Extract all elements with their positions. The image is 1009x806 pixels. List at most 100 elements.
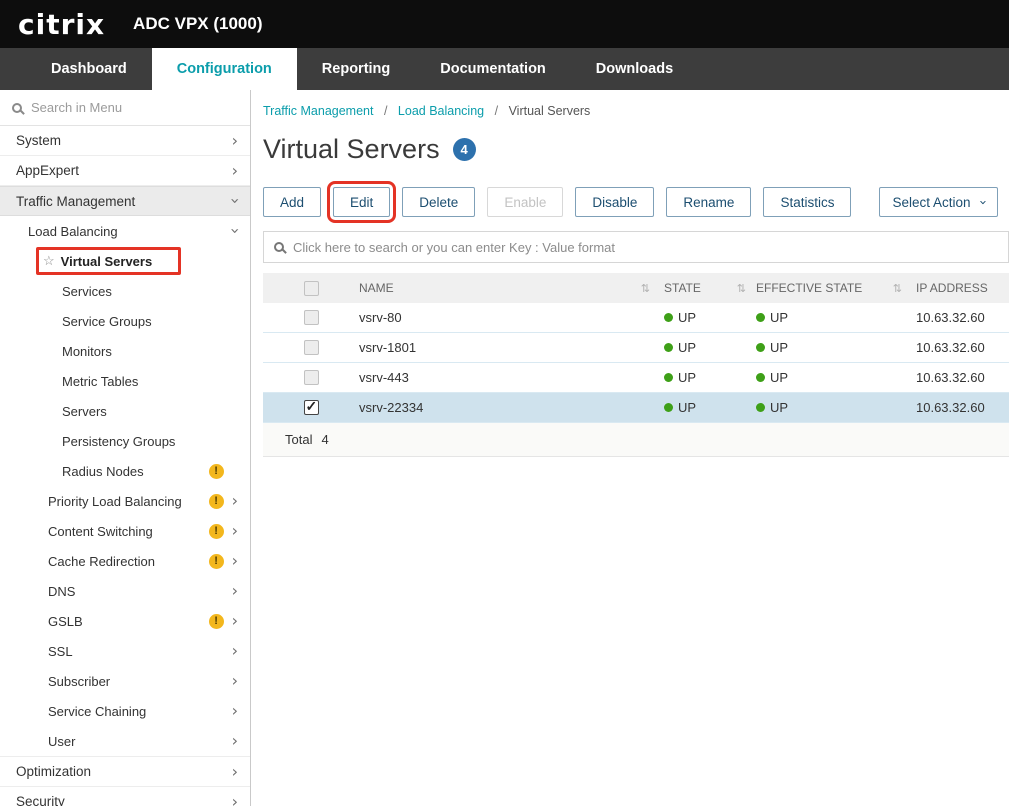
sidebar-item-label: Cache Redirection xyxy=(48,554,155,569)
tab-configuration[interactable]: Configuration xyxy=(152,48,297,90)
sidebar-menu: System › AppExpert › Traffic Management … xyxy=(0,126,250,806)
column-header-name[interactable]: NAME xyxy=(359,281,394,295)
tab-reporting[interactable]: Reporting xyxy=(297,48,415,90)
edit-button[interactable]: Edit xyxy=(333,187,390,217)
sidebar-item-label: DNS xyxy=(48,584,75,599)
sidebar-item-optimization[interactable]: Optimization › xyxy=(0,756,250,786)
tab-dashboard[interactable]: Dashboard xyxy=(26,48,152,90)
cell-state: UP xyxy=(678,370,696,385)
sidebar-item-content-switching[interactable]: Content Switching ! › xyxy=(0,516,250,546)
select-action-dropdown[interactable]: Select Action › xyxy=(879,187,997,217)
sidebar-item-label: Service Chaining xyxy=(48,704,146,719)
tab-downloads[interactable]: Downloads xyxy=(571,48,698,90)
sidebar-item-security[interactable]: Security › xyxy=(0,786,250,806)
select-action-label: Select Action xyxy=(892,195,970,210)
cell-effective-state: UP xyxy=(770,340,788,355)
cell-ip-address: 10.63.32.60 xyxy=(916,370,985,385)
sidebar-item-cache-redirection[interactable]: Cache Redirection ! › xyxy=(0,546,250,576)
sort-icon[interactable]: ⇅ xyxy=(641,282,650,295)
sidebar-item-radius-nodes[interactable]: Radius Nodes ! › xyxy=(0,456,250,486)
cell-state: UP xyxy=(678,340,696,355)
table-row[interactable]: vsrv-443 UP UP 10.63.32.60 xyxy=(263,363,1009,393)
sidebar-item-servers[interactable]: Servers xyxy=(0,396,250,426)
sidebar-item-label: Service Groups xyxy=(62,314,152,329)
chevron-right-icon: › xyxy=(232,553,238,569)
sidebar-item-label: Radius Nodes xyxy=(62,464,144,479)
sidebar-item-user[interactable]: User › xyxy=(0,726,250,756)
sidebar-item-label: SSL xyxy=(48,644,73,659)
sidebar-item-metric-tables[interactable]: Metric Tables xyxy=(0,366,250,396)
breadcrumb-current: Virtual Servers xyxy=(509,104,591,118)
chevron-right-icon: › xyxy=(232,523,238,539)
sidebar-item-persistency-groups[interactable]: Persistency Groups xyxy=(0,426,250,456)
warning-icon: ! xyxy=(209,554,224,569)
row-checkbox[interactable] xyxy=(304,400,319,415)
table-search-input[interactable] xyxy=(293,240,998,255)
sidebar-item-gslb[interactable]: GSLB ! › xyxy=(0,606,250,636)
sidebar-item-system[interactable]: System › xyxy=(0,126,250,156)
table-row-selected[interactable]: vsrv-22334 UP UP 10.63.32.60 xyxy=(263,393,1009,423)
sidebar-item-label: Metric Tables xyxy=(62,374,138,389)
row-checkbox[interactable] xyxy=(304,310,319,325)
cell-ip-address: 10.63.32.60 xyxy=(916,400,985,415)
row-checkbox[interactable] xyxy=(304,340,319,355)
sort-icon[interactable]: ⇅ xyxy=(893,282,902,295)
cell-effective-state: UP xyxy=(770,400,788,415)
toolbar: Add Edit Delete Enable Disable Rename St… xyxy=(263,187,1009,217)
status-up-dot xyxy=(756,313,765,322)
chevron-down-icon: › xyxy=(976,199,989,204)
sort-icon[interactable]: ⇅ xyxy=(737,282,746,295)
sidebar-item-priority-load-balancing[interactable]: Priority Load Balancing ! › xyxy=(0,486,250,516)
sidebar-item-monitors[interactable]: Monitors xyxy=(0,336,250,366)
status-up-dot xyxy=(664,403,673,412)
status-up-dot xyxy=(664,373,673,382)
breadcrumb-link-traffic-management[interactable]: Traffic Management xyxy=(263,104,373,118)
total-value: 4 xyxy=(321,432,328,447)
app-header: citrix ADC VPX (1000) xyxy=(0,0,1009,48)
disable-button[interactable]: Disable xyxy=(575,187,654,217)
table-row[interactable]: vsrv-1801 UP UP 10.63.32.60 xyxy=(263,333,1009,363)
row-checkbox[interactable] xyxy=(304,370,319,385)
sidebar-item-virtual-servers[interactable]: ☆ Virtual Servers xyxy=(0,246,250,276)
sidebar-item-dns[interactable]: DNS › xyxy=(0,576,250,606)
page-title: Virtual Servers xyxy=(263,134,440,165)
sidebar-item-label: Optimization xyxy=(16,764,91,779)
cell-state: UP xyxy=(678,310,696,325)
sidebar-search xyxy=(0,90,250,126)
star-icon: ☆ xyxy=(43,253,55,269)
sidebar-item-traffic-management[interactable]: Traffic Management › xyxy=(0,186,250,216)
virtual-servers-table: NAME ⇅ STATE ⇅ EFFECTIVE STATE ⇅ IP ADDR… xyxy=(263,273,1009,457)
sidebar-item-label: Services xyxy=(62,284,112,299)
sidebar-item-label: AppExpert xyxy=(16,163,79,178)
sidebar-item-load-balancing[interactable]: Load Balancing › xyxy=(0,216,250,246)
sidebar-item-service-chaining[interactable]: Service Chaining › xyxy=(0,696,250,726)
cell-effective-state: UP xyxy=(770,310,788,325)
column-header-ip-address[interactable]: IP ADDRESS xyxy=(916,281,988,295)
cell-name: vsrv-80 xyxy=(359,310,402,325)
cell-ip-address: 10.63.32.60 xyxy=(916,310,985,325)
sidebar-search-input[interactable] xyxy=(31,100,238,115)
table-row[interactable]: vsrv-80 UP UP 10.63.32.60 xyxy=(263,303,1009,333)
sidebar-item-label: System xyxy=(16,133,61,148)
tab-documentation[interactable]: Documentation xyxy=(415,48,571,90)
main-content: Traffic Management / Load Balancing / Vi… xyxy=(251,90,1009,806)
sidebar-item-subscriber[interactable]: Subscriber › xyxy=(0,666,250,696)
statistics-button[interactable]: Statistics xyxy=(763,187,851,217)
enable-button: Enable xyxy=(487,187,563,217)
column-header-effective-state[interactable]: EFFECTIVE STATE xyxy=(756,281,862,295)
warning-icon: ! xyxy=(209,494,224,509)
delete-button[interactable]: Delete xyxy=(402,187,475,217)
annotation-box: ☆ Virtual Servers xyxy=(36,247,181,275)
sidebar-item-services[interactable]: Services xyxy=(0,276,250,306)
chevron-down-icon: › xyxy=(227,198,243,204)
sidebar-item-appexpert[interactable]: AppExpert › xyxy=(0,156,250,186)
sidebar-item-ssl[interactable]: SSL › xyxy=(0,636,250,666)
breadcrumb-link-load-balancing[interactable]: Load Balancing xyxy=(398,104,484,118)
sidebar-item-service-groups[interactable]: Service Groups xyxy=(0,306,250,336)
status-up-dot xyxy=(756,373,765,382)
rename-button[interactable]: Rename xyxy=(666,187,751,217)
nav-bar: Dashboard Configuration Reporting Docume… xyxy=(0,48,1009,90)
column-header-state[interactable]: STATE xyxy=(664,281,701,295)
select-all-checkbox[interactable] xyxy=(304,281,319,296)
add-button[interactable]: Add xyxy=(263,187,321,217)
